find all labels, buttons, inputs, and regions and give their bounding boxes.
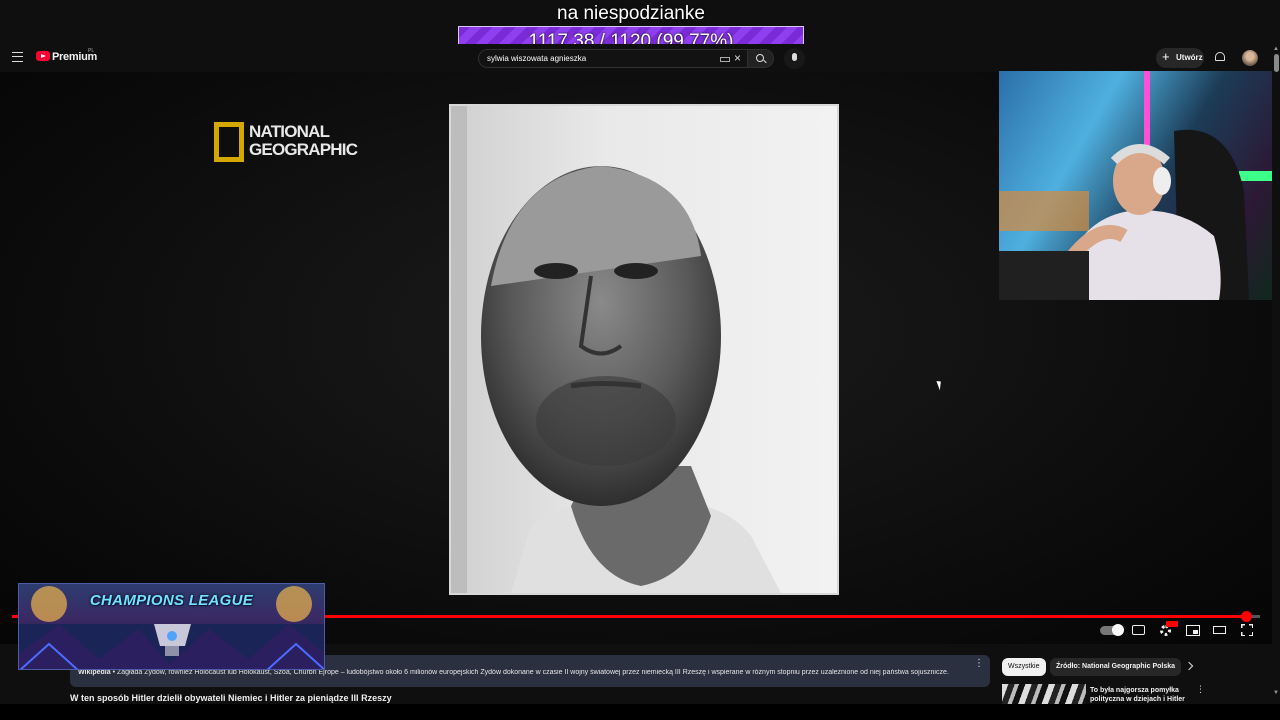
- chip-all[interactable]: Wszystkie: [1002, 658, 1046, 676]
- chip-source[interactable]: Źródło: National Geographic Polska: [1050, 658, 1182, 676]
- natgeo-logo-icon: [214, 122, 244, 162]
- close-icon[interactable]: ×: [734, 51, 741, 65]
- voice-search-button[interactable]: [784, 48, 805, 69]
- natgeo-watermark-text: NATIONAL GEOGRAPHIC: [249, 122, 358, 159]
- youtube-header: Premium PL sylwia wiszowata agnieszka × …: [0, 44, 1280, 72]
- search-icon: [756, 54, 764, 62]
- scroll-down-icon[interactable]: ▼: [1273, 690, 1279, 696]
- mouse-cursor-icon: [936, 379, 944, 391]
- scroll-up-icon[interactable]: ▲: [1273, 46, 1279, 52]
- create-button[interactable]: + Utwórz: [1156, 48, 1204, 68]
- info-panel-text: Wikipedia • Zagłada Żydów, również Holoc…: [78, 669, 958, 676]
- more-vertical-icon[interactable]: ⋮: [1196, 684, 1205, 695]
- archival-photo: [449, 104, 839, 595]
- plus-icon: +: [1162, 49, 1170, 64]
- youtube-logo-icon[interactable]: [36, 51, 50, 61]
- more-vertical-icon[interactable]: ⋮: [974, 658, 984, 669]
- webcam-illustration: [999, 71, 1280, 300]
- miniplayer-icon[interactable]: [1186, 625, 1200, 636]
- info-source[interactable]: Wikipedia: [78, 669, 111, 676]
- search-query[interactable]: sylwia wiszowata agnieszka: [487, 54, 586, 63]
- portrait-illustration: [451, 106, 781, 593]
- chevron-right-icon[interactable]: [1184, 661, 1194, 671]
- suggested-video-thumbnail[interactable]: [1002, 684, 1086, 704]
- search-button[interactable]: [748, 49, 774, 68]
- create-label: Utwórz: [1176, 53, 1203, 62]
- video-title: W ten sposób Hitler dzielił obywateli Ni…: [70, 693, 392, 703]
- search-input[interactable]: sylwia wiszowata agnieszka ×: [478, 49, 748, 68]
- scrollbar-thumb[interactable]: [1274, 54, 1279, 72]
- keyboard-icon[interactable]: [720, 57, 730, 62]
- champions-title: CHAMPIONS LEAGUE: [89, 592, 254, 609]
- info-description: • Zagłada Żydów, również Holocaust lub H…: [110, 669, 949, 676]
- bottom-band: [0, 704, 1280, 720]
- champions-league-overlay: CHAMPIONS LEAGUE: [18, 583, 325, 670]
- stream-goal-title: na niespodzianke: [557, 3, 705, 24]
- region-label: PL: [88, 48, 95, 54]
- microphone-icon: [792, 53, 797, 61]
- page-scrollbar[interactable]: [1272, 44, 1280, 704]
- hd-badge: [1166, 621, 1178, 627]
- bell-icon[interactable]: [1215, 52, 1225, 61]
- autoplay-toggle-icon[interactable]: [1100, 624, 1124, 636]
- webcam-feed: [999, 71, 1280, 300]
- fullscreen-icon[interactable]: [1241, 624, 1253, 636]
- theater-mode-icon[interactable]: [1213, 626, 1226, 634]
- menu-icon[interactable]: [12, 52, 23, 62]
- suggested-video-title[interactable]: To była najgorsza pomyłka polityczna w d…: [1090, 686, 1190, 704]
- avatar[interactable]: [1242, 50, 1258, 66]
- subtitles-icon[interactable]: [1132, 625, 1145, 635]
